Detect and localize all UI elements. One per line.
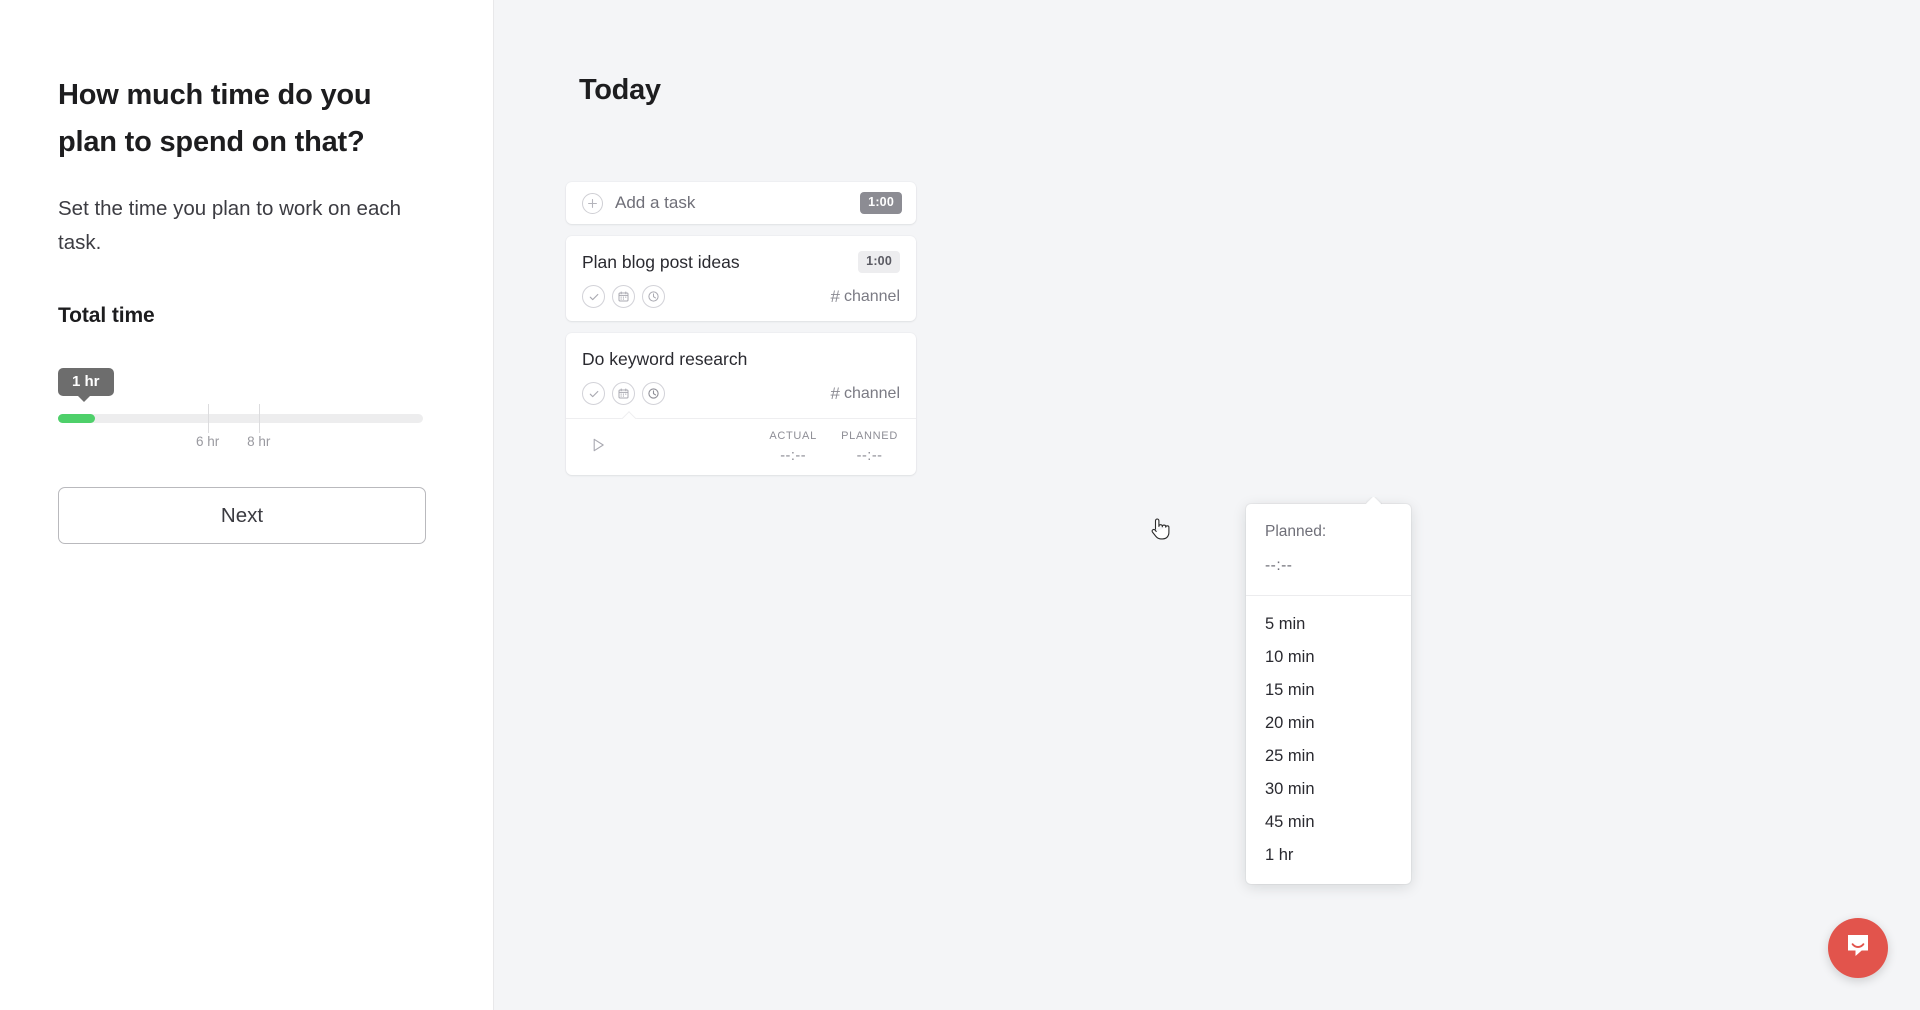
timer-columns: ACTUAL --:-- PLANNED --:--: [765, 430, 898, 464]
add-task-row[interactable]: Add a task 1:00: [566, 182, 916, 224]
next-button[interactable]: Next: [58, 487, 426, 544]
dropdown-option[interactable]: 45 min: [1246, 806, 1411, 839]
task-header: Do keyword research: [582, 347, 900, 371]
onboarding-content: How much time do you plan to spend on th…: [58, 72, 430, 449]
task-time-badge[interactable]: 1:00: [858, 251, 900, 273]
dropdown-header-label: Planned:: [1265, 523, 1327, 540]
task-actions: # channel: [582, 285, 900, 308]
task-header: Plan blog post ideas 1:00: [582, 250, 900, 274]
add-task-label: Add a task: [615, 193, 696, 212]
intercom-chat-icon: [1843, 931, 1873, 966]
planned-label: PLANNED: [841, 430, 898, 442]
actual-time-column[interactable]: ACTUAL --:--: [765, 430, 821, 464]
dropdown-option[interactable]: 10 min: [1246, 641, 1411, 674]
hash-icon: #: [830, 383, 840, 403]
slider-tick-label-8hr: 8 hr: [247, 434, 271, 449]
task-channel-label: channel: [843, 384, 900, 402]
total-time-label: Total time: [58, 304, 155, 327]
task-title: Plan blog post ideas: [582, 251, 740, 272]
task-actions: # channel: [582, 382, 900, 405]
actual-value: --:--: [780, 448, 807, 464]
page-title: How much time do you plan to spend on th…: [58, 79, 372, 158]
slider-tick-label-6hr: 6 hr: [196, 434, 220, 449]
dropdown-option[interactable]: 15 min: [1246, 674, 1411, 707]
mouse-cursor: [1149, 515, 1173, 545]
task-list: Add a task 1:00 Plan blog post ideas 1:0…: [566, 182, 916, 487]
dropdown-option[interactable]: 20 min: [1246, 707, 1411, 740]
clock-icon[interactable]: [642, 382, 665, 405]
hash-icon: #: [830, 286, 840, 306]
check-circle-icon[interactable]: [582, 285, 605, 308]
calendar-icon[interactable]: [612, 382, 635, 405]
timer-divider: [566, 418, 916, 419]
total-time-slider[interactable]: 1 hr 6 hr 8 hr: [58, 368, 423, 449]
app-root: How much time do you plan to spend on th…: [0, 0, 1920, 1010]
task-title: Do keyword research: [582, 348, 748, 369]
planned-time-dropdown[interactable]: Planned: --:-- 5 min 10 min 15 min 20 min 25…: [1246, 504, 1411, 884]
check-circle-icon[interactable]: [582, 382, 605, 405]
task-card[interactable]: Do keyword research # channel ACTUAL --:…: [566, 333, 916, 475]
dropdown-option[interactable]: 30 min: [1246, 773, 1411, 806]
planned-time-column[interactable]: PLANNED --:--: [841, 430, 898, 464]
add-task-time-badge[interactable]: 1:00: [860, 192, 902, 214]
task-channel[interactable]: # channel: [830, 384, 900, 404]
slider-track[interactable]: [58, 414, 423, 423]
intercom-launcher-button[interactable]: [1828, 918, 1888, 978]
timer-row: ACTUAL --:-- PLANNED --:--: [582, 419, 900, 475]
dropdown-header-value[interactable]: --:--: [1265, 557, 1392, 575]
dropdown-option[interactable]: 1 hr: [1246, 839, 1411, 872]
planned-value: --:--: [856, 448, 883, 464]
page-subtitle: Set the time you plan to work on each ta…: [58, 197, 402, 254]
slider-fill: [58, 414, 95, 423]
today-panel: Today Add a task 1:00 Plan blog post ide…: [494, 0, 1920, 1010]
dropdown-caret-icon: [1366, 497, 1382, 505]
calendar-icon[interactable]: [612, 285, 635, 308]
task-card[interactable]: Plan blog post ideas 1:00 # channel: [566, 236, 916, 321]
dropdown-option[interactable]: 25 min: [1246, 740, 1411, 773]
slider-value-bubble: 1 hr: [58, 368, 114, 402]
slider-tick-8hr: [258, 404, 260, 433]
slider-tick-6hr: [207, 404, 209, 433]
play-icon[interactable]: [588, 435, 608, 460]
dropdown-option-list: 5 min 10 min 15 min 20 min 25 min 30 min 45 mi…: [1246, 596, 1411, 872]
dropdown-header: Planned: --:--: [1246, 504, 1411, 596]
task-channel[interactable]: # channel: [830, 287, 900, 307]
actual-label: ACTUAL: [769, 430, 817, 442]
dropdown-option[interactable]: 5 min: [1246, 608, 1411, 641]
today-heading: Today: [579, 74, 661, 106]
plus-circle-icon: [582, 192, 603, 214]
task-channel-label: channel: [843, 287, 900, 305]
timer-caret-icon: [620, 410, 638, 419]
onboarding-panel: How much time do you plan to spend on th…: [0, 0, 494, 1010]
clock-icon[interactable]: [642, 285, 665, 308]
